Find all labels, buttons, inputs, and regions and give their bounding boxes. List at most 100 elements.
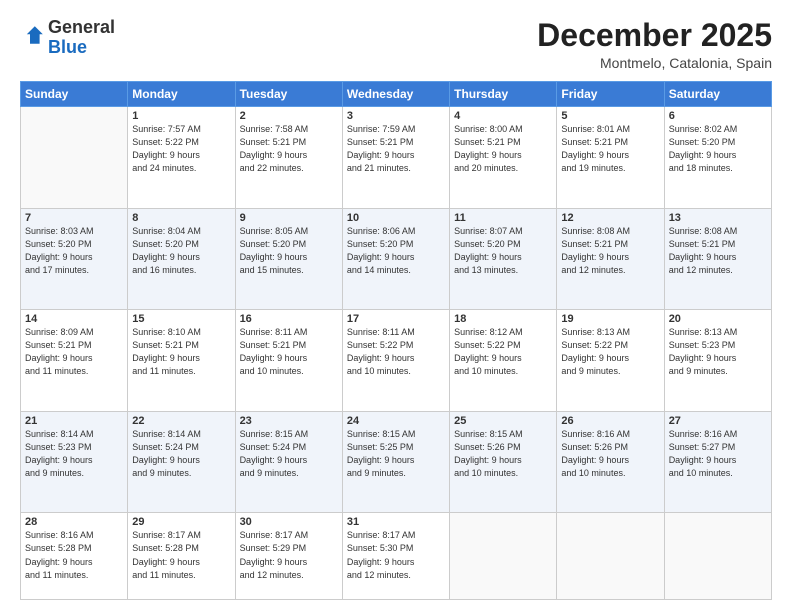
day-number: 12 [561,212,659,224]
calendar-cell: 14Sunrise: 8:09 AMSunset: 5:21 PMDayligh… [21,310,128,412]
day-number: 5 [561,110,659,122]
calendar-cell: 30Sunrise: 8:17 AMSunset: 5:29 PMDayligh… [235,513,342,600]
cell-sun-info: Sunrise: 8:11 AMSunset: 5:22 PMDaylight:… [347,326,445,378]
header: General Blue December 2025 Montmelo, Cat… [20,18,772,71]
calendar-table: SundayMondayTuesdayWednesdayThursdayFrid… [20,81,772,600]
calendar-cell: 16Sunrise: 8:11 AMSunset: 5:21 PMDayligh… [235,310,342,412]
day-number: 25 [454,415,552,427]
cell-sun-info: Sunrise: 7:59 AMSunset: 5:21 PMDaylight:… [347,123,445,175]
day-number: 27 [669,415,767,427]
cell-sun-info: Sunrise: 8:09 AMSunset: 5:21 PMDaylight:… [25,326,123,378]
cell-sun-info: Sunrise: 8:04 AMSunset: 5:20 PMDaylight:… [132,225,230,277]
weekday-header-tuesday: Tuesday [235,82,342,107]
calendar-cell [450,513,557,600]
calendar-cell: 18Sunrise: 8:12 AMSunset: 5:22 PMDayligh… [450,310,557,412]
day-number: 8 [132,212,230,224]
day-number: 18 [454,313,552,325]
calendar-cell: 27Sunrise: 8:16 AMSunset: 5:27 PMDayligh… [664,411,771,513]
day-number: 6 [669,110,767,122]
calendar-cell: 31Sunrise: 8:17 AMSunset: 5:30 PMDayligh… [342,513,449,600]
weekday-header-friday: Friday [557,82,664,107]
weekday-header-thursday: Thursday [450,82,557,107]
page: General Blue December 2025 Montmelo, Cat… [0,0,792,612]
cell-sun-info: Sunrise: 7:58 AMSunset: 5:21 PMDaylight:… [240,123,338,175]
cell-sun-info: Sunrise: 8:13 AMSunset: 5:23 PMDaylight:… [669,326,767,378]
calendar-cell: 25Sunrise: 8:15 AMSunset: 5:26 PMDayligh… [450,411,557,513]
day-number: 13 [669,212,767,224]
weekday-header-monday: Monday [128,82,235,107]
calendar-cell: 24Sunrise: 8:15 AMSunset: 5:25 PMDayligh… [342,411,449,513]
cell-sun-info: Sunrise: 8:10 AMSunset: 5:21 PMDaylight:… [132,326,230,378]
calendar-cell: 9Sunrise: 8:05 AMSunset: 5:20 PMDaylight… [235,208,342,310]
calendar-cell: 5Sunrise: 8:01 AMSunset: 5:21 PMDaylight… [557,107,664,209]
cell-sun-info: Sunrise: 8:01 AMSunset: 5:21 PMDaylight:… [561,123,659,175]
calendar-cell: 23Sunrise: 8:15 AMSunset: 5:24 PMDayligh… [235,411,342,513]
logo: General Blue [20,18,115,58]
cell-sun-info: Sunrise: 8:08 AMSunset: 5:21 PMDaylight:… [669,225,767,277]
logo-blue-text: Blue [48,37,87,57]
calendar-cell: 6Sunrise: 8:02 AMSunset: 5:20 PMDaylight… [664,107,771,209]
day-number: 22 [132,415,230,427]
calendar-cell: 12Sunrise: 8:08 AMSunset: 5:21 PMDayligh… [557,208,664,310]
calendar-cell: 7Sunrise: 8:03 AMSunset: 5:20 PMDaylight… [21,208,128,310]
logo-general-text: General [48,17,115,37]
day-number: 9 [240,212,338,224]
day-number: 15 [132,313,230,325]
day-number: 3 [347,110,445,122]
weekday-header-saturday: Saturday [664,82,771,107]
calendar-cell [664,513,771,600]
calendar-cell: 17Sunrise: 8:11 AMSunset: 5:22 PMDayligh… [342,310,449,412]
day-number: 14 [25,313,123,325]
cell-sun-info: Sunrise: 8:08 AMSunset: 5:21 PMDaylight:… [561,225,659,277]
cell-sun-info: Sunrise: 8:05 AMSunset: 5:20 PMDaylight:… [240,225,338,277]
calendar-cell: 1Sunrise: 7:57 AMSunset: 5:22 PMDaylight… [128,107,235,209]
cell-sun-info: Sunrise: 8:14 AMSunset: 5:24 PMDaylight:… [132,428,230,480]
calendar-cell [557,513,664,600]
day-number: 16 [240,313,338,325]
day-number: 17 [347,313,445,325]
calendar-cell: 20Sunrise: 8:13 AMSunset: 5:23 PMDayligh… [664,310,771,412]
day-number: 19 [561,313,659,325]
day-number: 4 [454,110,552,122]
location: Montmelo, Catalonia, Spain [537,55,772,71]
cell-sun-info: Sunrise: 7:57 AMSunset: 5:22 PMDaylight:… [132,123,230,175]
calendar-cell: 15Sunrise: 8:10 AMSunset: 5:21 PMDayligh… [128,310,235,412]
calendar-cell: 28Sunrise: 8:16 AMSunset: 5:28 PMDayligh… [21,513,128,600]
cell-sun-info: Sunrise: 8:13 AMSunset: 5:22 PMDaylight:… [561,326,659,378]
day-number: 20 [669,313,767,325]
calendar-cell: 3Sunrise: 7:59 AMSunset: 5:21 PMDaylight… [342,107,449,209]
calendar-cell: 29Sunrise: 8:17 AMSunset: 5:28 PMDayligh… [128,513,235,600]
calendar-cell [21,107,128,209]
calendar-cell: 26Sunrise: 8:16 AMSunset: 5:26 PMDayligh… [557,411,664,513]
day-number: 7 [25,212,123,224]
calendar-cell: 19Sunrise: 8:13 AMSunset: 5:22 PMDayligh… [557,310,664,412]
day-number: 21 [25,415,123,427]
calendar-cell: 22Sunrise: 8:14 AMSunset: 5:24 PMDayligh… [128,411,235,513]
cell-sun-info: Sunrise: 8:14 AMSunset: 5:23 PMDaylight:… [25,428,123,480]
cell-sun-info: Sunrise: 8:11 AMSunset: 5:21 PMDaylight:… [240,326,338,378]
cell-sun-info: Sunrise: 8:15 AMSunset: 5:24 PMDaylight:… [240,428,338,480]
title-block: December 2025 Montmelo, Catalonia, Spain [537,18,772,71]
day-number: 30 [240,516,338,528]
day-number: 1 [132,110,230,122]
day-number: 28 [25,516,123,528]
month-title: December 2025 [537,18,772,53]
day-number: 24 [347,415,445,427]
calendar-cell: 8Sunrise: 8:04 AMSunset: 5:20 PMDaylight… [128,208,235,310]
cell-sun-info: Sunrise: 8:16 AMSunset: 5:27 PMDaylight:… [669,428,767,480]
cell-sun-info: Sunrise: 8:17 AMSunset: 5:30 PMDaylight:… [347,529,445,581]
calendar-cell: 21Sunrise: 8:14 AMSunset: 5:23 PMDayligh… [21,411,128,513]
cell-sun-info: Sunrise: 8:17 AMSunset: 5:28 PMDaylight:… [132,529,230,581]
day-number: 26 [561,415,659,427]
day-number: 29 [132,516,230,528]
cell-sun-info: Sunrise: 8:02 AMSunset: 5:20 PMDaylight:… [669,123,767,175]
cell-sun-info: Sunrise: 8:16 AMSunset: 5:28 PMDaylight:… [25,529,123,581]
cell-sun-info: Sunrise: 8:17 AMSunset: 5:29 PMDaylight:… [240,529,338,581]
calendar-cell: 13Sunrise: 8:08 AMSunset: 5:21 PMDayligh… [664,208,771,310]
cell-sun-info: Sunrise: 8:00 AMSunset: 5:21 PMDaylight:… [454,123,552,175]
day-number: 2 [240,110,338,122]
calendar-cell: 4Sunrise: 8:00 AMSunset: 5:21 PMDaylight… [450,107,557,209]
cell-sun-info: Sunrise: 8:15 AMSunset: 5:26 PMDaylight:… [454,428,552,480]
day-number: 10 [347,212,445,224]
calendar-cell: 2Sunrise: 7:58 AMSunset: 5:21 PMDaylight… [235,107,342,209]
